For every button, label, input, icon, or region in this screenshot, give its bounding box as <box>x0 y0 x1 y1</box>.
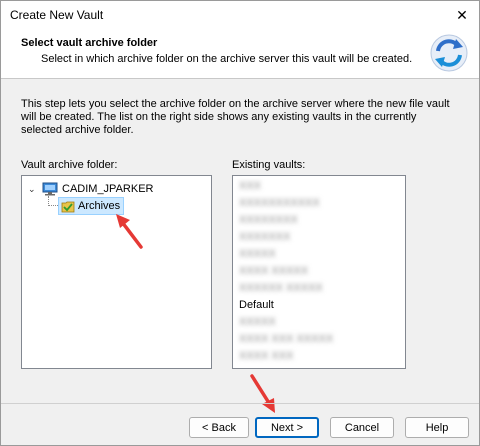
folder-icon <box>61 201 75 212</box>
list-item[interactable]: XXXXX <box>239 248 276 261</box>
annotation-arrow-next <box>250 374 275 413</box>
header-subtitle: Select in which archive folder on the ar… <box>41 53 413 65</box>
next-button[interactable]: Next > <box>255 417 319 438</box>
tree-node-server-label: CADIM_JPARKER <box>62 183 154 195</box>
tree-node-archives-label: Archives <box>78 200 121 212</box>
close-icon[interactable]: ✕ <box>445 1 479 29</box>
list-item[interactable]: XXXXXX XXXXX <box>239 282 323 295</box>
existing-vaults-list[interactable]: XXX XXXXXXXXXXX XXXXXXXX XXXXXXX XXXXX X… <box>232 175 406 369</box>
list-item[interactable]: XXXX XXX XXXXX <box>239 333 333 346</box>
list-item[interactable]: XXXXX <box>239 316 276 329</box>
list-item[interactable]: XXX <box>239 180 261 193</box>
window-title: Create New Vault <box>10 8 104 22</box>
cancel-button[interactable]: Cancel <box>330 417 394 438</box>
chevron-down-icon[interactable]: ⌄ <box>28 184 38 195</box>
title-bar: Create New Vault ✕ <box>1 1 479 29</box>
tree-node-server[interactable]: ⌄ CADIM_JPARKER <box>28 180 153 198</box>
create-new-vault-window: Create New Vault ✕ Select vault archive … <box>0 0 480 446</box>
wizard-header: Select vault archive folder Select in wh… <box>1 29 479 79</box>
list-item[interactable]: XXXX XXXXX <box>239 265 308 278</box>
tree-node-archives[interactable]: Archives <box>58 197 125 215</box>
back-button[interactable]: < Back <box>189 417 249 438</box>
list-item-default[interactable]: Default <box>239 299 274 312</box>
step-description: This step lets you select the archive fo… <box>21 98 450 136</box>
list-item[interactable]: XXXX XXX <box>239 350 293 363</box>
header-title: Select vault archive folder <box>21 37 158 49</box>
list-item[interactable]: XXXXXXXX <box>239 214 298 227</box>
refresh-arrows-icon <box>430 34 468 72</box>
footer-divider <box>1 403 479 404</box>
archive-folder-tree[interactable]: ⌄ CADIM_JPARKER Archives <box>21 175 212 369</box>
list-item[interactable]: XXXXXXX <box>239 231 290 244</box>
existing-vaults-label: Existing vaults: <box>232 159 306 171</box>
list-item[interactable]: XXXXXXXXXXX <box>239 197 320 210</box>
help-button[interactable]: Help <box>405 417 469 438</box>
vault-archive-folder-label: Vault archive folder: <box>21 159 118 171</box>
computer-icon <box>42 182 58 196</box>
tree-connector <box>48 196 58 206</box>
